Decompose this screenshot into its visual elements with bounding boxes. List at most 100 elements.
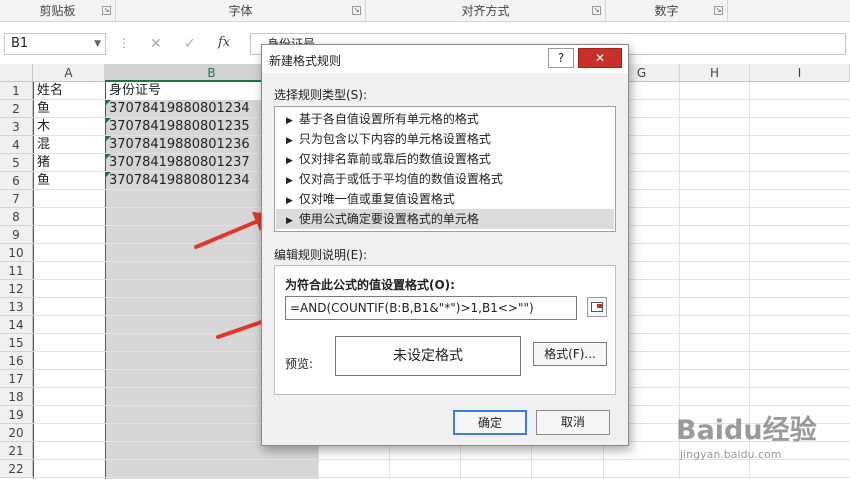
cell-a4[interactable]: 混	[37, 136, 50, 154]
cell-a6[interactable]: 鱼	[37, 172, 50, 190]
name-box-value: B1	[11, 36, 29, 51]
formula-field[interactable]: =AND(COUNTIF(B:B,B1&"*")>1,B1<>"")	[285, 296, 577, 320]
cell-a2[interactable]: 鱼	[37, 100, 50, 118]
dialog-launcher-icon[interactable]: ↘	[102, 6, 111, 15]
chevron-down-icon[interactable]: ▼	[94, 34, 101, 54]
row-header[interactable]: 20	[0, 424, 33, 442]
preview-label: 预览:	[285, 357, 314, 371]
ribbon-group-font: 字体 ↘	[116, 0, 366, 22]
cancel-button[interactable]: 取消	[536, 410, 610, 435]
column-header-i[interactable]: I	[750, 64, 850, 82]
column-a-edge	[33, 82, 34, 479]
text-number-flag-icon	[106, 172, 111, 177]
format-preview: 未设定格式	[335, 336, 521, 376]
rule-type-label: 仅对排名靠前或靠后的数值设置格式	[298, 152, 491, 166]
rule-type-list[interactable]: ▶ 基于各自值设置所有单元格的格式 ▶ 只为包含以下内容的单元格设置格式 ▶ 仅对排名靠前…	[274, 106, 616, 232]
cell-b6[interactable]: 37078419880801234	[109, 172, 250, 190]
row-header[interactable]: 11	[0, 262, 33, 280]
row-header[interactable]: 5	[0, 154, 33, 172]
cell-a5[interactable]: 猪	[37, 154, 50, 172]
dialog-launcher-icon[interactable]: ↘	[352, 6, 361, 15]
name-box[interactable]: B1 ▼	[4, 33, 106, 55]
cancel-x-icon[interactable]: ✕	[150, 36, 162, 52]
formula-heading: 为符合此公式的值设置格式(O):	[285, 278, 455, 292]
rule-type-item[interactable]: ▶ 只为包含以下内容的单元格设置格式	[276, 129, 614, 149]
format-button[interactable]: 格式(F)...	[533, 342, 607, 366]
rule-type-label: 使用公式确定要设置格式的单元格	[298, 212, 479, 226]
text-number-flag-icon	[106, 136, 111, 141]
rule-type-item[interactable]: ▶ 仅对高于或低于平均值的数值设置格式	[276, 169, 614, 189]
cell-b3[interactable]: 37078419880801235	[109, 118, 250, 136]
text-number-flag-icon	[106, 100, 111, 105]
row-header[interactable]: 17	[0, 370, 33, 388]
row-gridline	[33, 477, 850, 478]
dialog-launcher-icon[interactable]: ↘	[592, 6, 601, 15]
dialog-title: 新建格式规则	[269, 54, 342, 68]
row-header[interactable]: 22	[0, 460, 33, 478]
row-header[interactable]: 13	[0, 298, 33, 316]
help-button[interactable]: ?	[548, 48, 574, 68]
ribbon-group-label: 数字	[654, 4, 679, 18]
ribbon-group-alignment: 对齐方式 ↘	[366, 0, 606, 22]
row-header[interactable]: 15	[0, 334, 33, 352]
rule-type-label: 仅对唯一值或重复值设置格式	[298, 192, 455, 206]
row-header[interactable]: 12	[0, 280, 33, 298]
rule-type-item[interactable]: ▶ 基于各自值设置所有单元格的格式	[276, 109, 614, 129]
rule-type-label: 只为包含以下内容的单元格设置格式	[298, 132, 491, 146]
row-header[interactable]: 16	[0, 352, 33, 370]
ok-button[interactable]: 确定	[453, 410, 527, 435]
row-header[interactable]: 1	[0, 82, 33, 100]
dialog-launcher-icon[interactable]: ↘	[714, 6, 723, 15]
insert-function-icon[interactable]: fx	[218, 35, 230, 50]
row-header[interactable]: 9	[0, 226, 33, 244]
row-header[interactable]: 21	[0, 442, 33, 460]
triangle-right-icon: ▶	[286, 116, 293, 126]
rule-type-item[interactable]: ▶ 使用公式确定要设置格式的单元格	[276, 209, 614, 229]
cell-b4[interactable]: 37078419880801236	[109, 136, 250, 154]
cell-b2[interactable]: 37078419880801234	[109, 100, 250, 118]
triangle-right-icon: ▶	[286, 136, 293, 146]
row-header[interactable]: 6	[0, 172, 33, 190]
ribbon-group-bar: 剪贴板 ↘ 字体 ↘ 对齐方式 ↘ 数字 ↘	[0, 0, 850, 22]
triangle-right-icon: ▶	[286, 176, 293, 186]
select-rule-type-label: 选择规则类型(S):	[274, 88, 368, 102]
row-header[interactable]: 14	[0, 316, 33, 334]
triangle-right-icon: ▶	[286, 216, 293, 226]
cell-a3[interactable]: 木	[37, 118, 50, 136]
rule-type-label: 仅对高于或低于平均值的数值设置格式	[298, 172, 503, 186]
triangle-right-icon: ▶	[286, 156, 293, 166]
select-all-corner[interactable]	[0, 64, 33, 82]
row-header[interactable]: 2	[0, 100, 33, 118]
rule-type-item[interactable]: ▶ 仅对唯一值或重复值设置格式	[276, 189, 614, 209]
rule-description-panel: 为符合此公式的值设置格式(O): =AND(COUNTIF(B:B,B1&"*"…	[274, 265, 616, 395]
ribbon-group-label: 字体	[228, 4, 253, 18]
ribbon-group-number: 数字 ↘	[606, 0, 728, 22]
text-number-flag-icon	[106, 154, 111, 159]
watermark: Baidu经验 jingyan.baidu.com	[676, 408, 846, 472]
row-header[interactable]: 18	[0, 388, 33, 406]
ribbon-group-label: 剪贴板	[39, 4, 76, 18]
ribbon-group-clipboard: 剪贴板 ↘	[0, 0, 116, 22]
rule-type-label: 基于各自值设置所有单元格的格式	[298, 112, 479, 126]
range-select-icon[interactable]	[587, 297, 607, 317]
triangle-right-icon: ▶	[286, 196, 293, 206]
enter-check-icon[interactable]: ✓	[184, 36, 196, 52]
ribbon-group-label: 对齐方式	[461, 4, 510, 18]
new-formatting-rule-dialog: 新建格式规则 ? ✕ 选择规则类型(S): ▶ 基于各自值设置所有单元格的格式 ▶ 只…	[261, 44, 629, 446]
rule-type-item[interactable]: ▶ 仅对排名靠前或靠后的数值设置格式	[276, 149, 614, 169]
column-header-a[interactable]: A	[33, 64, 105, 82]
dialog-titlebar[interactable]: 新建格式规则 ? ✕	[262, 45, 628, 73]
row-header[interactable]: 3	[0, 118, 33, 136]
row-header[interactable]: 4	[0, 136, 33, 154]
more-dots-icon: ⋮	[118, 36, 130, 50]
column-header-h[interactable]: H	[680, 64, 750, 82]
cell-a1[interactable]: 姓名	[37, 82, 63, 100]
row-header[interactable]: 8	[0, 208, 33, 226]
edit-rule-description-label: 编辑规则说明(E):	[274, 248, 367, 262]
row-header[interactable]: 7	[0, 190, 33, 208]
row-header[interactable]: 19	[0, 406, 33, 424]
cell-b5[interactable]: 37078419880801237	[109, 154, 250, 172]
watermark-url: jingyan.baidu.com	[680, 448, 782, 461]
close-button[interactable]: ✕	[578, 48, 622, 68]
row-header[interactable]: 10	[0, 244, 33, 262]
